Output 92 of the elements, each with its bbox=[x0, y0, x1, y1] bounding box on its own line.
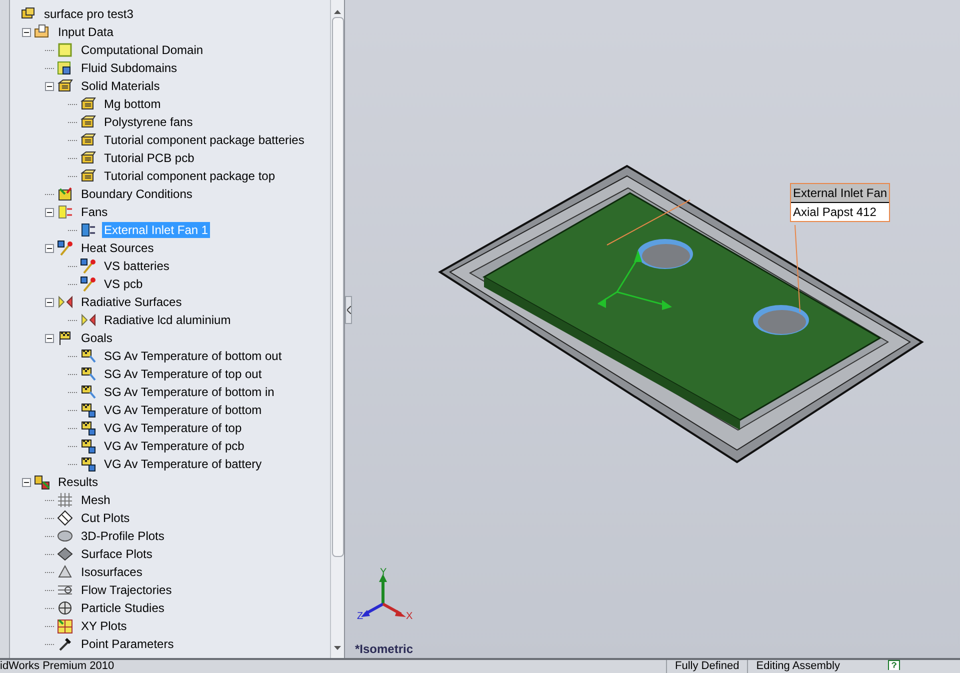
checkered-flag-icon bbox=[57, 330, 73, 346]
checkered-flag-icon bbox=[80, 402, 96, 418]
caret-icon bbox=[346, 306, 350, 314]
box-arrows-icon bbox=[57, 186, 73, 202]
tree-item[interactable]: Polystyrene fans bbox=[102, 114, 195, 130]
tree-item[interactable]: VG Av Temperature of top bbox=[102, 420, 244, 436]
block-icon bbox=[57, 78, 73, 94]
torch-icon bbox=[80, 258, 96, 274]
tree-item[interactable]: Results bbox=[56, 474, 100, 490]
checkered-flag-icon bbox=[80, 366, 96, 382]
tree-item[interactable]: XY Plots bbox=[79, 618, 129, 634]
status-text: Fully Defined bbox=[666, 660, 748, 673]
collapse-toggle[interactable] bbox=[22, 28, 31, 36]
axis-label: Z bbox=[357, 612, 364, 622]
scroll-thumb[interactable] bbox=[332, 17, 344, 557]
tree-item[interactable]: Computational Domain bbox=[79, 42, 206, 58]
tree-item[interactable]: Goals bbox=[79, 330, 114, 346]
tree-item[interactable]: Isosurfaces bbox=[79, 564, 144, 580]
block-icon bbox=[80, 96, 96, 112]
collapse-toggle[interactable] bbox=[45, 244, 54, 252]
scrollbar[interactable] bbox=[330, 0, 344, 658]
tree-item[interactable]: Radiative Surfaces bbox=[79, 294, 184, 310]
tree-item[interactable]: Radiative lcd aluminium bbox=[102, 312, 233, 328]
tree-item[interactable]: Cut Plots bbox=[79, 510, 132, 526]
tree-item[interactable]: VG Av Temperature of bottom bbox=[102, 402, 264, 418]
axis-label: Y bbox=[380, 568, 387, 578]
tree-item[interactable]: Heat Sources bbox=[79, 240, 156, 256]
tree-item[interactable]: VG Av Temperature of pcb bbox=[102, 438, 246, 454]
checkered-flag-icon bbox=[80, 384, 96, 400]
fan-arrows-icon bbox=[80, 222, 96, 238]
torch-icon bbox=[80, 276, 96, 292]
arrows-icon bbox=[80, 312, 96, 328]
collapse-toggle[interactable] bbox=[45, 82, 54, 90]
tree-item[interactable]: Flow Trajectories bbox=[79, 582, 174, 598]
tree-item[interactable]: SG Av Temperature of bottom out bbox=[102, 348, 284, 364]
checkered-flag-icon bbox=[80, 348, 96, 364]
arrows-icon bbox=[57, 294, 73, 310]
tree-item[interactable]: Input Data bbox=[56, 24, 116, 40]
axis-label: X bbox=[406, 612, 413, 622]
checkered-flag-icon bbox=[80, 420, 96, 436]
diamond-icon bbox=[57, 510, 73, 526]
panel-collapse-handle[interactable] bbox=[345, 296, 352, 324]
callout-title: External Inlet Fan bbox=[791, 184, 890, 203]
diamond-icon bbox=[57, 546, 73, 562]
callout-value: Axial Papst 412 bbox=[792, 204, 878, 221]
tree-item[interactable]: SG Av Temperature of top out bbox=[102, 366, 264, 382]
tree-item[interactable]: VS batteries bbox=[102, 258, 172, 274]
collapse-toggle[interactable] bbox=[45, 334, 54, 342]
folder-icon bbox=[34, 24, 50, 40]
block-icon bbox=[80, 168, 96, 184]
results-icon bbox=[34, 474, 50, 490]
tree-item[interactable]: 3D-Profile Plots bbox=[79, 528, 166, 544]
collapse-toggle[interactable] bbox=[22, 478, 31, 486]
tree-item[interactable]: VG Av Temperature of battery bbox=[102, 456, 264, 472]
probe-icon bbox=[57, 636, 73, 652]
status-text: Editing Assembly bbox=[747, 660, 848, 673]
tree-item[interactable]: Tutorial component package batteries bbox=[102, 132, 306, 148]
fan-arrows-icon bbox=[57, 204, 73, 220]
tree-item[interactable]: Mg bottom bbox=[102, 96, 163, 112]
cube-icon bbox=[57, 42, 73, 58]
block-icon bbox=[80, 150, 96, 166]
collapse-toggle[interactable] bbox=[45, 208, 54, 216]
tree-item[interactable]: Tutorial component package top bbox=[102, 168, 277, 184]
checkered-flag-icon bbox=[80, 438, 96, 454]
tree-item[interactable]: Boundary Conditions bbox=[79, 186, 194, 202]
tree-item[interactable]: Solid Materials bbox=[79, 78, 162, 94]
grid-icon bbox=[57, 492, 73, 508]
ellipse-icon bbox=[57, 528, 73, 544]
chart-icon bbox=[57, 618, 73, 634]
scroll-up-icon[interactable] bbox=[334, 10, 341, 14]
tree-item[interactable]: VS pcb bbox=[102, 276, 145, 292]
torch-icon bbox=[57, 240, 73, 256]
tree-item[interactable]: SG Av Temperature of bottom in bbox=[102, 384, 276, 400]
tree-item[interactable]: surface pro test3 bbox=[42, 6, 136, 22]
help-icon[interactable] bbox=[888, 660, 900, 670]
view-orientation-label: *Isometric bbox=[355, 641, 414, 658]
status-text: idWorks Premium 2010 bbox=[0, 660, 116, 673]
tree-item[interactable]: Fans bbox=[79, 204, 110, 220]
scroll-down-icon[interactable] bbox=[334, 646, 341, 650]
tree-item[interactable]: Mesh bbox=[79, 492, 112, 508]
block-icon bbox=[80, 132, 96, 148]
cone-icon bbox=[57, 564, 73, 580]
tree-item[interactable]: Surface Plots bbox=[79, 546, 154, 562]
tree-item[interactable]: Particle Studies bbox=[79, 600, 166, 616]
checkered-flag-icon bbox=[80, 456, 96, 472]
collapse-toggle[interactable] bbox=[45, 298, 54, 306]
cube-icon bbox=[57, 60, 73, 76]
sphere-icon bbox=[57, 600, 73, 616]
block-icon bbox=[80, 114, 96, 130]
tree-item[interactable]: Fluid Subdomains bbox=[79, 60, 180, 76]
tree-item[interactable]: Tutorial PCB pcb bbox=[102, 150, 196, 166]
tree-item[interactable]: Point Parameters bbox=[79, 636, 176, 652]
